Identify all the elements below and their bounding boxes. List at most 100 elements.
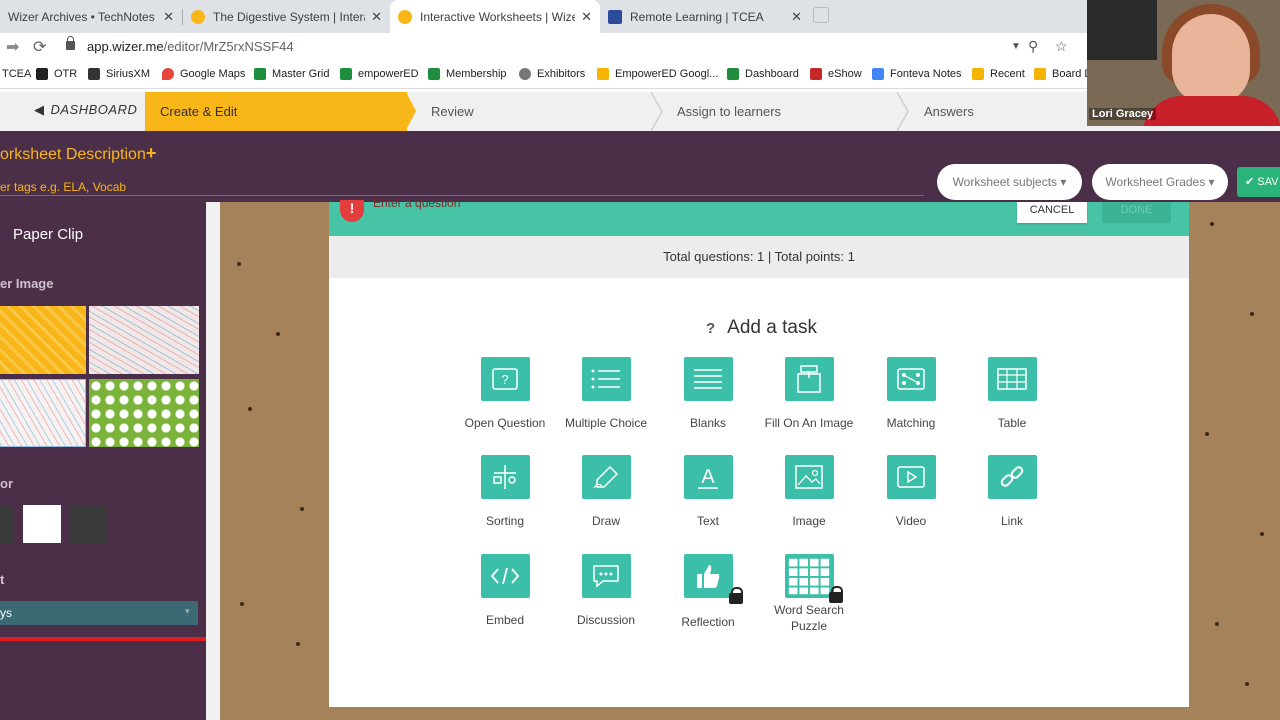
task-reflection[interactable]: Reflection <box>658 554 758 630</box>
sheets-icon <box>340 68 352 80</box>
plus-icon[interactable]: + <box>146 143 157 163</box>
bookmark[interactable]: empowerED <box>340 68 419 80</box>
bookmark[interactable]: SiriusXM <box>88 68 150 80</box>
task-sorting[interactable]: Sorting <box>455 455 555 529</box>
matching-icon <box>886 357 936 401</box>
tags-underline <box>0 195 924 196</box>
question-input[interactable]: Enter a question <box>373 196 460 210</box>
thumbs-up-icon <box>683 554 743 604</box>
video-person-face <box>1172 14 1250 104</box>
grades-dropdown[interactable]: Worksheet Grades ▾ <box>1092 164 1228 200</box>
bookmark[interactable]: Board D <box>1034 68 1092 80</box>
worksheet-description[interactable]: orksheet Description+ <box>0 143 156 164</box>
bookmark[interactable]: EmpowerED Googl... <box>597 68 718 80</box>
subjects-dropdown[interactable]: Worksheet subjects ▾ <box>937 164 1082 200</box>
bookmark[interactable]: eShow <box>810 68 862 80</box>
task-blanks[interactable]: Blanks <box>658 357 758 431</box>
bookmark[interactable]: TCEA <box>2 68 31 80</box>
close-icon[interactable]: ✕ <box>371 9 382 25</box>
browser-tab[interactable]: Wizer Archives • TechNotes Blog ✕ <box>0 0 182 33</box>
color-label: or <box>0 476 13 491</box>
code-icon <box>480 554 530 598</box>
task-multiple-choice[interactable]: Multiple Choice <box>556 357 656 431</box>
url-host: app.wizer.me <box>87 39 164 54</box>
url-field[interactable]: app.wizer.me/editor/MrZ5rxNSSF44 <box>87 39 294 54</box>
cover-image-option[interactable] <box>89 306 199 374</box>
bookmark[interactable]: Fonteva Notes <box>872 68 962 80</box>
blanks-icon <box>683 357 733 401</box>
reload-icon[interactable]: ⟳ <box>33 37 46 57</box>
task-table[interactable]: Table <box>962 357 1062 431</box>
cover-image-option[interactable] <box>0 306 86 374</box>
task-link[interactable]: Link <box>962 455 1062 529</box>
save-button[interactable]: ✔ SAV <box>1237 167 1280 197</box>
close-icon[interactable]: ✕ <box>163 9 174 25</box>
color-swatch[interactable] <box>0 505 14 543</box>
dashboard-link[interactable]: ◀ DASHBOARD <box>34 102 137 118</box>
step-assign[interactable]: Assign to learners <box>677 104 781 119</box>
word-search-grid-icon <box>784 554 843 603</box>
task-video[interactable]: Video <box>861 455 961 529</box>
task-draw[interactable]: Draw <box>556 455 656 529</box>
task-discussion[interactable]: Discussion <box>556 554 656 628</box>
dropdown-arrow-icon[interactable]: ▼ <box>1011 41 1021 52</box>
browser-tab-active[interactable]: Interactive Worksheets | Wizer.me ✕ <box>390 0 600 33</box>
cover-image-option[interactable] <box>0 379 86 447</box>
font-select[interactable]: ys ▾ <box>0 601 198 625</box>
sheets-icon <box>428 68 440 80</box>
cover-image-option[interactable] <box>89 379 199 447</box>
tab-title: Wizer Archives • TechNotes Blog <box>8 9 157 24</box>
task-matching[interactable]: Matching <box>861 357 961 431</box>
cancel-button[interactable]: CANCEL <box>1017 202 1087 223</box>
sidebar-red-line <box>0 637 206 641</box>
bookmark[interactable]: Google Maps <box>162 68 245 80</box>
color-swatch[interactable] <box>69 505 107 543</box>
video-name-label: Lori Gracey <box>1089 108 1157 120</box>
cover-image-label: er Image <box>0 276 54 291</box>
color-swatch[interactable] <box>23 505 61 543</box>
url-path: /editor/MrZ5rxNSSF44 <box>163 39 294 54</box>
bookmark[interactable]: Dashboard <box>727 68 799 80</box>
sorting-icon <box>480 455 530 499</box>
task-image[interactable]: Image <box>759 455 859 529</box>
bookmark[interactable]: Exhibitors <box>519 68 585 80</box>
new-tab-icon[interactable] <box>813 7 829 23</box>
step-create-edit[interactable]: Create & Edit <box>145 92 407 131</box>
table-icon <box>987 357 1037 401</box>
tags-input[interactable]: er tags e.g. ELA, Vocab <box>0 180 126 194</box>
forward-arrow-icon[interactable]: ➡ <box>6 37 19 57</box>
open-question-icon: ? <box>480 357 530 401</box>
task-open-question[interactable]: ? Open Question <box>455 357 555 431</box>
step-answers[interactable]: Answers <box>924 104 974 119</box>
task-fill-on-image[interactable]: Fill On An Image <box>759 357 859 431</box>
sidebar-scrollbar[interactable] <box>206 202 220 720</box>
task-word-search[interactable]: Word Search Puzzle <box>759 554 859 634</box>
lock-icon <box>828 586 843 603</box>
bookmark[interactable]: OTR <box>36 68 77 80</box>
close-icon[interactable]: ✕ <box>791 9 802 25</box>
question-mark-icon: ? <box>706 320 716 337</box>
zoom-icon[interactable]: ⚲ <box>1028 38 1038 55</box>
bookmark[interactable]: Recent <box>972 68 1025 80</box>
totals-bar: Total questions: 1 | Total points: 1 <box>329 236 1189 278</box>
sheets-icon <box>254 68 266 80</box>
close-icon[interactable]: ✕ <box>581 9 592 25</box>
fill-image-icon <box>784 357 834 401</box>
browser-tab[interactable]: The Digestive System | Interactive ✕ <box>183 0 390 33</box>
worksheet-header <box>0 131 1280 202</box>
step-review[interactable]: Review <box>431 104 474 119</box>
svg-text:A: A <box>701 466 715 488</box>
bookmark[interactable]: Membership <box>428 68 507 80</box>
bookmark[interactable]: Master Grid <box>254 68 329 80</box>
svg-text:?: ? <box>501 372 508 387</box>
image-icon <box>784 455 834 499</box>
link-icon <box>987 455 1037 499</box>
task-embed[interactable]: Embed <box>455 554 555 628</box>
video-play-icon <box>886 455 936 499</box>
webcam-video-overlay: Lori Gracey <box>1087 0 1280 126</box>
done-button[interactable]: DONE <box>1102 202 1171 223</box>
task-text[interactable]: A Text <box>658 455 758 529</box>
wizer-favicon-icon <box>398 9 412 24</box>
browser-tab[interactable]: Remote Learning | TCEA ✕ <box>600 0 810 33</box>
star-icon[interactable]: ☆ <box>1055 38 1068 55</box>
